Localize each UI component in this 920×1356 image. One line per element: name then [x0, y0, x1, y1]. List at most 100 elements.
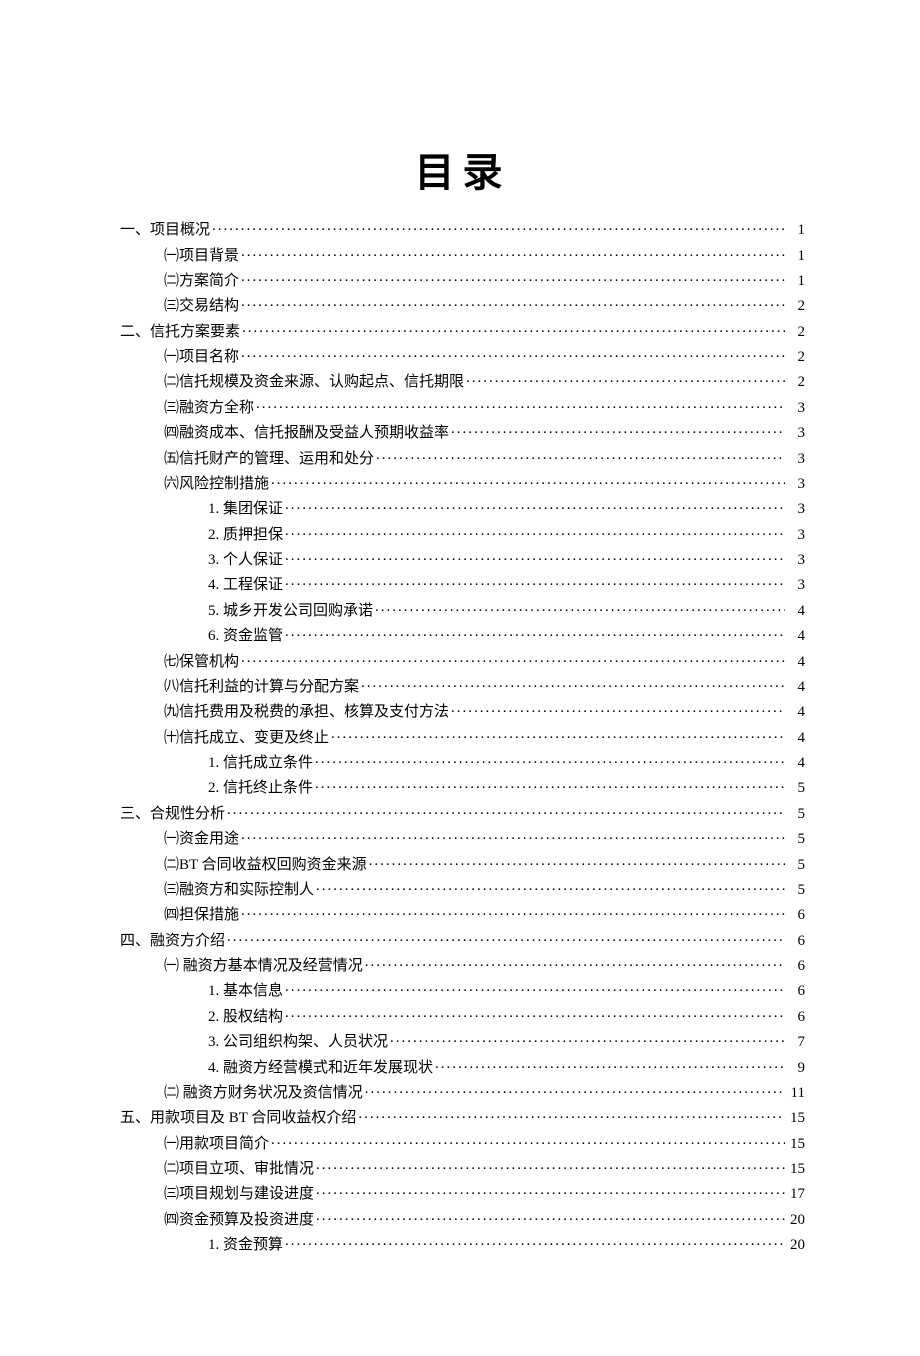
toc-entry: 二、信托方案要素 2	[120, 318, 805, 343]
toc-entry-label: 1. 资金预算	[208, 1238, 283, 1253]
toc-entry: 5. 城乡开发公司回购承诺4	[120, 597, 805, 622]
toc-entry-label: 五、用款项目及 BT 合同收益权介绍	[120, 1111, 356, 1126]
toc-leader-dots	[390, 1031, 785, 1046]
toc-entry-label: 四、融资方介绍	[120, 934, 225, 949]
toc-entry-page: 4	[787, 655, 805, 670]
toc-entry: ㈥风险控制措施 3	[120, 470, 805, 495]
toc-entry-label: ㈤信托财产的管理、运用和处分	[164, 452, 374, 467]
toc-entry: 1. 资金预算20	[120, 1231, 805, 1256]
toc-entry-page: 6	[787, 984, 805, 999]
toc-entry-page: 7	[787, 1035, 805, 1050]
toc-leader-dots	[242, 321, 785, 336]
toc-entry-page: 4	[787, 629, 805, 644]
toc-entry-label: 1. 基本信息	[208, 984, 283, 999]
toc-entry: 6. 资金监管 4	[120, 622, 805, 647]
toc-entry: ㈠资金用途5	[120, 825, 805, 850]
toc-entry: 四、融资方介绍6	[120, 927, 805, 952]
toc-entry: 2. 信托终止条件5	[120, 774, 805, 799]
toc-entry: ㈠项目名称 2	[120, 343, 805, 368]
toc-leader-dots	[241, 828, 785, 843]
toc-entry-page: 20	[787, 1213, 805, 1228]
toc-leader-dots	[285, 1006, 785, 1021]
toc-entry: ㈢交易结构2	[120, 292, 805, 317]
toc-leader-dots	[227, 803, 785, 818]
toc-entry: ㈠ 融资方基本情况及经营情况6	[120, 952, 805, 977]
toc-leader-dots	[241, 651, 785, 666]
toc-entry-label: ㈥风险控制措施	[164, 477, 269, 492]
toc-leader-dots	[241, 245, 785, 260]
toc-entry-page: 2	[787, 299, 805, 314]
toc-entry-page: 17	[787, 1187, 805, 1202]
toc-entry-page: 3	[787, 578, 805, 593]
toc-entry-page: 6	[787, 908, 805, 923]
toc-entry: ㈣资金预算及投资进度20	[120, 1206, 805, 1231]
toc-entry-page: 2	[787, 350, 805, 365]
toc-entry-page: 1	[787, 274, 805, 289]
toc-entry-label: ㈠资金用途	[164, 832, 239, 847]
toc-entry-page: 4	[787, 731, 805, 746]
toc-entry-page: 3	[787, 502, 805, 517]
toc-entry-page: 4	[787, 705, 805, 720]
toc-leader-dots	[451, 701, 785, 716]
toc-entry-page: 2	[787, 375, 805, 390]
toc-leader-dots	[451, 422, 785, 437]
toc-leader-dots	[241, 904, 785, 919]
toc-entry: 3. 公司组织构架、人员状况7	[120, 1028, 805, 1053]
toc-entry-page: 6	[787, 1010, 805, 1025]
toc-leader-dots	[365, 1082, 785, 1097]
toc-entry: 1. 基本信息 6	[120, 977, 805, 1002]
toc-leader-dots	[316, 1158, 785, 1173]
toc-entry: ㈣融资成本、信托报酬及受益人预期收益率3	[120, 419, 805, 444]
toc-entry: ㈤信托财产的管理、运用和处分3	[120, 444, 805, 469]
toc-entry: ㈠项目背景1	[120, 241, 805, 266]
toc-entry-label: ㈣融资成本、信托报酬及受益人预期收益率	[164, 426, 449, 441]
toc-leader-dots	[358, 1107, 785, 1122]
toc-leader-dots	[466, 371, 785, 386]
toc-entry-page: 9	[787, 1061, 805, 1076]
toc-leader-dots	[256, 397, 785, 412]
toc-entry-page: 2	[787, 325, 805, 340]
toc-entry-page: 5	[787, 781, 805, 796]
toc-entry: ㈨信托费用及税费的承担、核算及支付方法 4	[120, 698, 805, 723]
toc-entry-label: 3. 个人保证	[208, 553, 283, 568]
toc-entry: 4. 融资方经营模式和近年发展现状 9	[120, 1053, 805, 1078]
toc-entry-label: ㈠项目名称	[164, 350, 239, 365]
toc-entry-label: 4. 融资方经营模式和近年发展现状	[208, 1061, 433, 1076]
toc-entry-label: 2. 质押担保	[208, 528, 283, 543]
toc-entry-page: 3	[787, 477, 805, 492]
toc-entry-label: ㈨信托费用及税费的承担、核算及支付方法	[164, 705, 449, 720]
toc-entry: ㈢项目规划与建设进度 17	[120, 1180, 805, 1205]
toc-leader-dots	[376, 448, 785, 463]
toc-entry-page: 4	[787, 756, 805, 771]
toc-entry-page: 15	[787, 1137, 805, 1152]
toc-leader-dots	[271, 473, 785, 488]
toc-entry-label: 6. 资金监管	[208, 629, 283, 644]
toc-entry-page: 4	[787, 680, 805, 695]
table-of-contents: 一、项目概况1㈠项目背景1 ㈡方案简介 1 ㈢交易结构2 二、信托方案要素 2 ㈠项目名称 2…	[120, 216, 805, 1256]
toc-leader-dots	[285, 625, 785, 640]
toc-entry-label: ㈡ 融资方财务状况及资信情况	[164, 1086, 363, 1101]
toc-entry-label: ㈢项目规划与建设进度	[164, 1187, 314, 1202]
document-page: 目录 一、项目概况1㈠项目背景1㈡方案简介1㈢交易结构2二、信托方案要素2㈠项目…	[0, 0, 920, 1356]
toc-entry: ㈡BT 合同收益权回购资金来源5	[120, 850, 805, 875]
toc-entry-label: ㈡BT 合同收益权回购资金来源	[164, 858, 367, 873]
toc-entry: ㈢融资方全称3	[120, 394, 805, 419]
toc-entry-label: ㈡方案简介	[164, 274, 239, 289]
toc-entry: 一、项目概况1	[120, 216, 805, 241]
toc-entry: 4. 工程保证 3	[120, 571, 805, 596]
toc-entry-page: 5	[787, 883, 805, 898]
toc-entry: ㈣担保措施 6	[120, 901, 805, 926]
toc-entry: 3. 个人保证3	[120, 546, 805, 571]
toc-leader-dots	[365, 955, 785, 970]
toc-entry-label: ㈡项目立项、审批情况	[164, 1162, 314, 1177]
toc-entry-label: 2. 股权结构	[208, 1010, 283, 1025]
toc-entry-label: 二、信托方案要素	[120, 325, 240, 340]
toc-leader-dots	[227, 930, 785, 945]
toc-entry-label: ㈢融资方和实际控制人	[164, 883, 314, 898]
toc-entry-label: ㈣担保措施	[164, 908, 239, 923]
toc-entry: ㈡方案简介 1	[120, 267, 805, 292]
toc-entry-label: 4. 工程保证	[208, 578, 283, 593]
toc-entry-page: 6	[787, 959, 805, 974]
toc-title: 目录	[120, 140, 805, 198]
toc-leader-dots	[285, 1234, 785, 1249]
